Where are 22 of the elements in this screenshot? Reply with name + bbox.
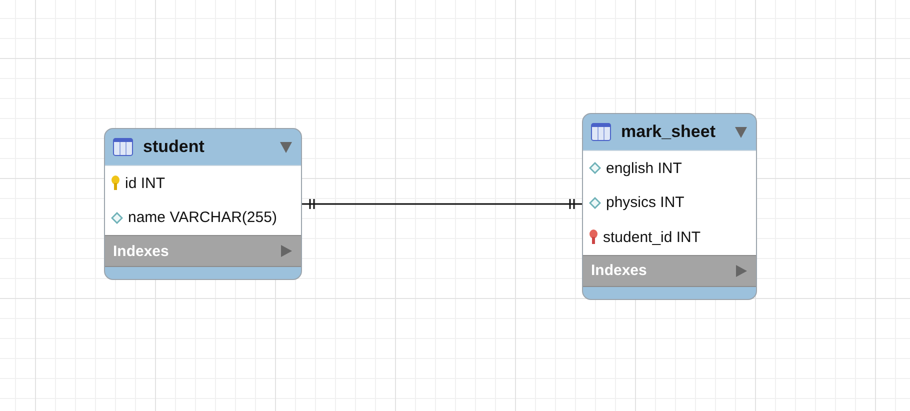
column-label: id INT — [125, 174, 166, 192]
table-icon — [591, 123, 611, 141]
collapse-arrow-icon[interactable] — [734, 125, 748, 139]
table-name: mark_sheet — [621, 122, 717, 142]
diamond-icon — [589, 162, 601, 174]
indexes-label: Indexes — [113, 242, 170, 260]
diamond-icon — [589, 196, 601, 209]
expand-arrow-icon[interactable] — [734, 264, 748, 278]
table-icon — [113, 138, 133, 156]
table-card[interactable]: mark_sheet english INT physics INT student_id INT Indexes — [582, 113, 757, 300]
key-icon — [589, 229, 598, 246]
table-name: student — [143, 137, 206, 157]
column-label: student_id INT — [603, 228, 701, 246]
collapse-arrow-icon[interactable] — [279, 140, 293, 154]
expand-arrow-icon[interactable] — [279, 244, 293, 258]
column-label: physics INT — [606, 194, 684, 212]
key-icon — [111, 175, 120, 192]
column-label: name VARCHAR(255) — [128, 209, 277, 226]
indexes-label: Indexes — [591, 262, 648, 279]
diamond-icon — [111, 212, 123, 224]
table-card[interactable]: student id INT name VARCHAR(255) Indexes — [104, 128, 302, 280]
column-label: english INT — [606, 160, 682, 177]
